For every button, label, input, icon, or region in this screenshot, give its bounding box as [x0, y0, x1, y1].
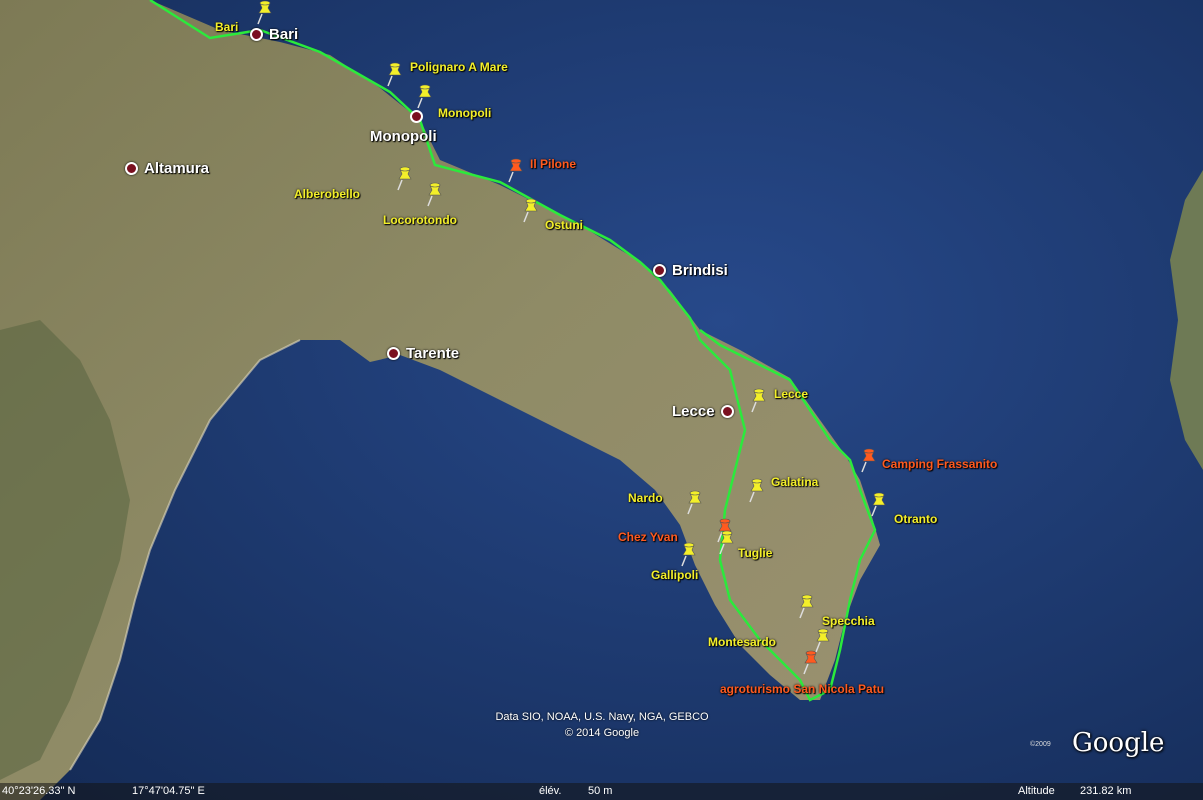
pushpin-icon[interactable] [392, 166, 414, 192]
pushpin-icon[interactable] [856, 448, 878, 474]
longitude-readout: 17°47'04.75" E [132, 785, 205, 797]
city-marker-icon [720, 405, 734, 418]
pushpin-icon[interactable] [682, 490, 704, 516]
pin-label[interactable]: Monopoli [438, 106, 491, 120]
pushpin-icon[interactable] [714, 530, 736, 556]
pushpin-icon[interactable] [798, 650, 820, 676]
elevation-value: 50 m [588, 785, 613, 797]
pushpin-icon[interactable] [746, 388, 768, 414]
pushpin-icon[interactable] [794, 594, 816, 620]
pin-label[interactable]: Otranto [894, 512, 937, 526]
city-monopoli[interactable]: Monopoli [370, 128, 437, 145]
city-lecce[interactable]: Lecce [672, 403, 734, 420]
city-marker-icon [250, 28, 263, 41]
google-logo: Google [1072, 728, 1165, 758]
city-tarente[interactable]: Tarente [387, 345, 459, 362]
pin-label[interactable]: Locorotondo [383, 213, 457, 227]
pin-label[interactable]: Bari [215, 20, 238, 34]
pushpin-icon[interactable] [518, 198, 540, 224]
map-view[interactable]: Bari Monopoli Altamura Brindisi Tarente … [0, 0, 1203, 800]
city-marker-icon [653, 264, 666, 277]
city-marker-icon [125, 162, 138, 175]
copyright-small: ©2009 [1030, 741, 1051, 748]
pushpin-icon[interactable] [252, 0, 274, 26]
city-altamura[interactable]: Altamura [125, 160, 209, 177]
pin-label[interactable]: Nardo [628, 491, 663, 505]
altitude-value: 231.82 km [1080, 785, 1132, 797]
map-imagery [0, 0, 1203, 800]
city-bari[interactable]: Bari [250, 26, 298, 43]
altitude-label: Altitude [1018, 785, 1055, 797]
pin-label[interactable]: Tuglie [738, 546, 772, 560]
pin-label[interactable]: Galatina [771, 475, 818, 489]
pin-label[interactable]: Montesardo [708, 635, 776, 649]
pin-label[interactable]: Il Pilone [530, 157, 576, 171]
pushpin-icon[interactable] [422, 182, 444, 208]
pin-label[interactable]: Chez Yvan [618, 530, 678, 544]
pin-label[interactable]: Specchia [822, 614, 875, 628]
city-marker-icon [387, 347, 400, 360]
status-bar: 40°23'26.33" N 17°47'04.75" E élév. 50 m… [0, 783, 1203, 800]
pin-label[interactable]: Gallipoli [651, 568, 698, 582]
pin-label[interactable]: Alberobello [294, 187, 360, 201]
pin-label[interactable]: Lecce [774, 387, 808, 401]
elevation-label: élév. [539, 785, 562, 797]
pin-label[interactable]: agroturismo San Nicola Patu [720, 682, 884, 696]
pushpin-icon[interactable] [503, 158, 525, 184]
imagery-credits: Data SIO, NOAA, U.S. Navy, NGA, GEBCO © … [495, 711, 709, 739]
pushpin-icon[interactable] [382, 62, 404, 88]
pushpin-icon[interactable] [866, 492, 888, 518]
pushpin-icon[interactable] [412, 84, 434, 110]
pushpin-icon[interactable] [744, 478, 766, 504]
pin-label[interactable]: Polignaro A Mare [410, 60, 508, 74]
latitude-readout: 40°23'26.33" N [2, 785, 76, 797]
city-marker-icon [410, 110, 423, 123]
pushpin-icon[interactable] [676, 542, 698, 568]
pin-label[interactable]: Ostuni [545, 218, 583, 232]
city-brindisi[interactable]: Brindisi [653, 262, 728, 279]
pin-label[interactable]: Camping Frassanito [882, 457, 997, 471]
